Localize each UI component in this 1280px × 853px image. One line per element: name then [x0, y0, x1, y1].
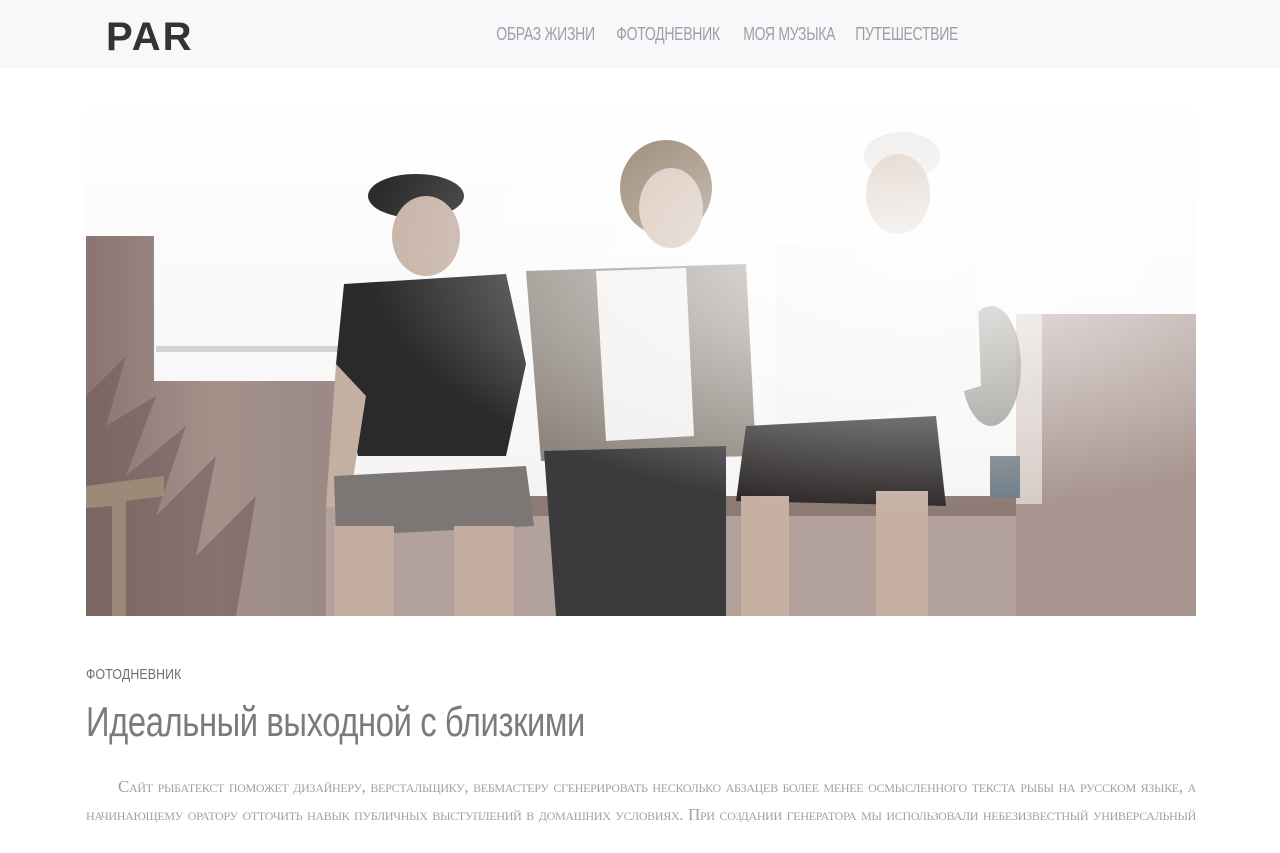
post-title[interactable]: Идеальный выходной с близкими [86, 698, 585, 746]
nav-item-photodiary[interactable]: ФОТОДНЕВНИК [610, 0, 726, 68]
main-nav: ОБРАЗ ЖИЗНИ ФОТОДНЕВНИК МОЯ МУЗЫКА ПУТЕШ… [490, 0, 997, 68]
post-excerpt: Сайт рыбатекст поможет дизайнеру, верста… [86, 777, 1196, 824]
nav-item-travel[interactable]: ПУТЕШЕСТВИЕ [849, 0, 964, 68]
post-category-link[interactable]: ФОТОДНЕВНИК [86, 666, 181, 683]
hero-photo [86, 96, 1196, 616]
post-hero-image[interactable] [86, 96, 1196, 616]
site-logo[interactable]: PAR [106, 14, 226, 54]
logo-text: PAR [106, 15, 193, 54]
site-header: PAR ОБРАЗ ЖИЗНИ ФОТОДНЕВНИК МОЯ МУЗЫКА П… [0, 0, 1280, 68]
nav-item-lifestyle[interactable]: ОБРАЗ ЖИЗНИ [490, 0, 601, 68]
nav-item-my-music[interactable]: МОЯ МУЗЫКА [737, 0, 841, 68]
